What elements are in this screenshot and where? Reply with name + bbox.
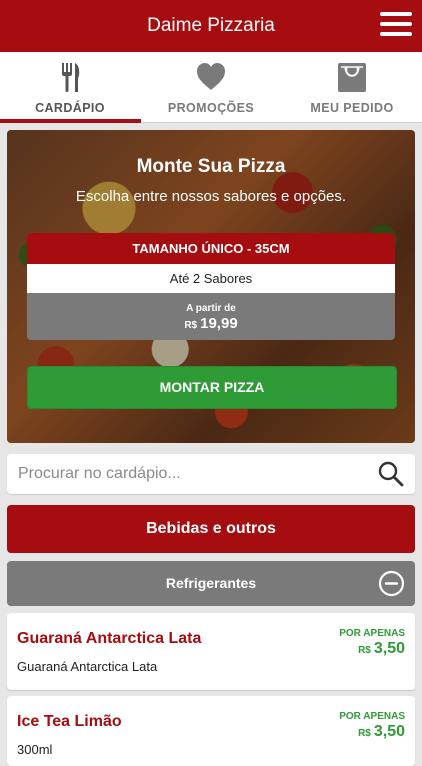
menu-item-card[interactable]: Ice Tea Limão 300ml POR APENAS R$ 3,50 <box>7 696 415 766</box>
tab-meu-pedido[interactable]: MEU PEDIDO <box>282 52 422 122</box>
pizza-size-label: TAMANHO ÚNICO - 35CM <box>27 233 395 264</box>
item-name: Guaraná Antarctica Lata <box>17 630 202 647</box>
tab-label: PROMOÇÕES <box>167 101 255 115</box>
pizza-price: R$ 19,99 <box>27 315 395 332</box>
currency-symbol: R$ <box>358 728 371 739</box>
app-header: Daime Pizzaria <box>0 0 422 52</box>
tab-label: CARDÁPIO <box>35 101 105 115</box>
price-value: 3,50 <box>373 723 405 740</box>
tab-cardapio[interactable]: CARDÁPIO <box>0 52 141 123</box>
app-title: Daime Pizzaria <box>147 15 275 36</box>
pizza-flavors-info: Até 2 Sabores <box>27 264 395 293</box>
category-button[interactable]: Bebidas e outros <box>7 505 415 553</box>
price-from-label: A partir de <box>186 303 236 314</box>
search-input[interactable]: Procurar no cardápio... <box>18 465 181 483</box>
item-description: Guaraná Antarctica Lata <box>17 659 158 674</box>
subcategory-label: Refrigerantes <box>165 575 257 591</box>
search-icon[interactable] <box>377 460 405 488</box>
pizza-price-box: A partir de R$ 19,99 <box>27 293 395 340</box>
heart-icon <box>197 63 225 90</box>
build-pizza-subtitle: Escolha entre nossos sabores e opções. <box>75 188 347 205</box>
menu-item-card[interactable]: Guaraná Antarctica Lata Guaraná Antarcti… <box>7 613 415 690</box>
active-tab-indicator <box>0 119 141 123</box>
shopping-bag-icon <box>338 63 366 92</box>
tab-bar: CARDÁPIO PROMOÇÕES MEU PEDIDO <box>0 52 422 123</box>
currency-symbol: R$ <box>184 320 198 331</box>
menu-icon[interactable] <box>380 12 412 40</box>
fork-knife-icon <box>62 63 80 92</box>
subcategory-header[interactable]: Refrigerantes <box>7 561 415 606</box>
currency-symbol: R$ <box>358 645 371 656</box>
build-pizza-card: Monte Sua Pizza Escolha entre nossos sab… <box>7 130 415 443</box>
item-price: R$ 3,50 <box>358 640 405 658</box>
menu-search-bar[interactable]: Procurar no cardápio... <box>7 454 415 494</box>
tab-label: MEU PEDIDO <box>310 101 394 115</box>
item-price: R$ 3,50 <box>358 723 405 741</box>
item-price-tag: POR APENAS <box>339 628 405 639</box>
price-value: 19,99 <box>200 315 238 332</box>
item-price-tag: POR APENAS <box>339 711 405 722</box>
collapse-icon[interactable] <box>378 570 405 597</box>
build-pizza-button[interactable]: MONTAR PIZZA <box>27 366 397 409</box>
item-name: Ice Tea Limão <box>17 713 122 730</box>
build-pizza-title: Monte Sua Pizza <box>136 156 286 177</box>
price-value: 3,50 <box>373 640 405 657</box>
tab-promocoes[interactable]: PROMOÇÕES <box>141 52 281 122</box>
